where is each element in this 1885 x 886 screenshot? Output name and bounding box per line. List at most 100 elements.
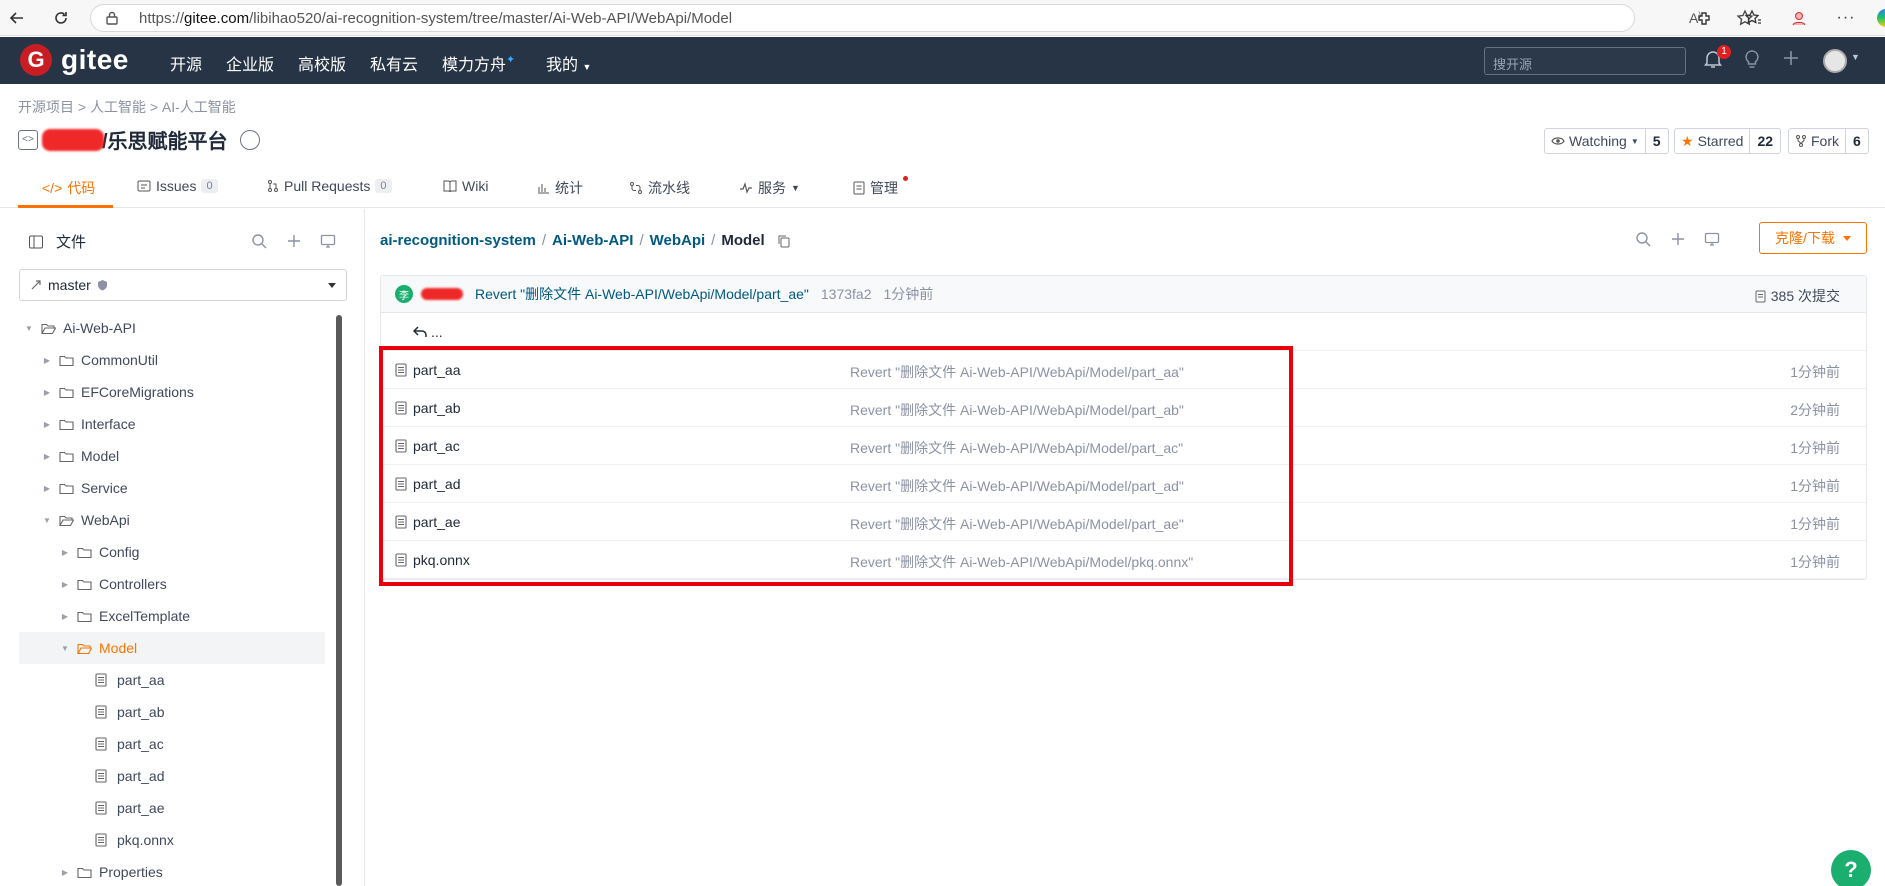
tab-manage[interactable]: 管理 xyxy=(853,178,898,198)
caret-right-icon[interactable]: ▶ xyxy=(41,452,53,461)
folder-icon xyxy=(59,480,75,496)
nav-opensource[interactable]: 开源 xyxy=(170,51,202,75)
search-input[interactable]: 搜开源 xyxy=(1484,47,1686,75)
address-bar[interactable]: https://gitee.com/libihao520/ai-recognit… xyxy=(90,4,1754,32)
gitee-logo[interactable]: G gitee xyxy=(20,44,129,76)
caret-right-icon[interactable]: ▶ xyxy=(59,548,71,557)
page-title[interactable]: /乐思赋能平台 xyxy=(102,125,228,154)
tab-code[interactable]: </> 代码 xyxy=(42,178,95,198)
nav-private-cloud[interactable]: 私有云 xyxy=(370,51,418,75)
caret-right-icon[interactable]: ▶ xyxy=(41,388,53,397)
avatar[interactable]: 李 xyxy=(395,285,413,303)
tab-issues[interactable]: Issues 0 xyxy=(137,178,218,194)
watch-button[interactable]: Watching ▼ 5 xyxy=(1544,128,1669,154)
watch-count[interactable]: 5 xyxy=(1646,129,1668,153)
tree-file-item[interactable]: part_aa xyxy=(19,664,325,696)
caret-down-icon[interactable]: ▼ xyxy=(59,644,71,653)
tree-folder-item[interactable]: ▶ EFCoreMigrations xyxy=(19,376,325,408)
tree-file-item[interactable]: pkq.onnx xyxy=(19,824,325,856)
tree-file-item[interactable]: part_ae xyxy=(19,792,325,824)
tab-wiki[interactable]: Wiki xyxy=(443,178,488,194)
tab-stats[interactable]: 统计 xyxy=(536,178,583,198)
search-icon[interactable] xyxy=(1635,231,1651,247)
favorites-icon[interactable] xyxy=(1742,7,1764,29)
fork-button[interactable]: Fork 6 xyxy=(1788,128,1869,154)
copy-icon[interactable] xyxy=(777,234,791,248)
plus-icon[interactable] xyxy=(1782,49,1800,67)
tab-pipeline[interactable]: 流水线 xyxy=(629,178,690,198)
tab-issues-label: Issues xyxy=(156,178,197,194)
certified-badge-icon xyxy=(239,129,260,150)
help-button[interactable]: ? xyxy=(1831,850,1871,886)
commit-count-link[interactable]: 385 次提交 xyxy=(1755,286,1840,306)
crumb-webapi[interactable]: WebApi xyxy=(650,232,706,249)
tab-stats-label: 统计 xyxy=(555,180,583,196)
redacted-owner xyxy=(42,128,104,151)
file-tree-sidebar: 文件 master ▼ Ai-Web-API ▶ CommonUtil ▶ EFCoreM… xyxy=(0,209,365,886)
add-file-icon[interactable] xyxy=(286,233,302,249)
avatar-chevron-icon[interactable]: ▼ xyxy=(1851,52,1860,62)
folder-icon xyxy=(59,352,75,368)
tree-folder-item[interactable]: ▶ Config xyxy=(19,536,325,568)
bar-chart-icon xyxy=(536,181,550,195)
star-button[interactable]: ★ Starred 22 xyxy=(1674,128,1782,154)
crumb-ai-web-api[interactable]: Ai-Web-API xyxy=(552,232,633,249)
commit-message[interactable]: Revert "删除文件 Ai-Web-API/WebApi/Model/par… xyxy=(475,284,809,304)
more-menu-icon[interactable]: ··· xyxy=(1835,7,1857,29)
caret-right-icon[interactable]: ▶ xyxy=(41,356,53,365)
tree-folder-item[interactable]: ▼ Model xyxy=(19,632,325,664)
tab-pull-requests[interactable]: Pull Requests 0 xyxy=(267,178,392,194)
sidebar-toggle-icon[interactable] xyxy=(28,234,44,250)
monitor-icon[interactable] xyxy=(1704,231,1720,247)
tree-folder-item[interactable]: ▼ Ai-Web-API xyxy=(19,312,325,344)
caret-right-icon[interactable]: ▶ xyxy=(59,612,71,621)
tree-file-item[interactable]: part_ac xyxy=(19,728,325,760)
tree-file-item[interactable]: part_ab xyxy=(19,696,325,728)
search-icon[interactable] xyxy=(251,233,267,249)
star-count[interactable]: 22 xyxy=(1750,129,1780,153)
clone-download-button[interactable]: 克隆/下载 xyxy=(1759,222,1867,254)
commits-doc-icon xyxy=(1755,290,1766,303)
caret-right-icon[interactable]: ▶ xyxy=(59,580,71,589)
tree-folder-item[interactable]: ▶ Model xyxy=(19,440,325,472)
monitor-icon[interactable] xyxy=(320,233,336,249)
nav-enterprise[interactable]: 企业版 xyxy=(226,51,274,75)
profile-icon[interactable] xyxy=(1788,7,1810,29)
shield-icon xyxy=(97,279,108,291)
nav-moli[interactable]: 模力方舟✦ xyxy=(442,51,515,75)
tree-folder-item[interactable]: ▶ Properties xyxy=(19,856,325,886)
sidebar-scrollbar[interactable] xyxy=(336,315,342,886)
caret-right-icon[interactable]: ▶ xyxy=(41,484,53,493)
lightbulb-icon[interactable] xyxy=(1743,49,1761,69)
tree-folder-item[interactable]: ▶ CommonUtil xyxy=(19,344,325,376)
caret-down-icon[interactable]: ▼ xyxy=(23,324,35,333)
tab-services[interactable]: 服务 ▼ xyxy=(739,178,800,198)
code-repo-icon: <> xyxy=(18,129,38,150)
tree-folder-item[interactable]: ▶ Interface xyxy=(19,408,325,440)
avatar[interactable] xyxy=(1823,49,1847,73)
tree-folder-item[interactable]: ▶ ExcelTemplate xyxy=(19,600,325,632)
extensions-icon[interactable] xyxy=(1694,7,1716,29)
fork-count[interactable]: 6 xyxy=(1846,129,1868,153)
tree-folder-item[interactable]: ▼ WebApi xyxy=(19,504,325,536)
issues-count: 0 xyxy=(201,179,218,193)
category-breadcrumb[interactable]: 开源项目 > 人工智能 > AI-人工智能 xyxy=(18,97,236,117)
add-file-icon[interactable] xyxy=(1670,231,1686,247)
back-icon[interactable] xyxy=(6,7,28,29)
nav-mine[interactable]: 我的 ▼ xyxy=(546,51,591,75)
caret-right-icon[interactable]: ▶ xyxy=(59,868,71,877)
tree-item-label: Ai-Web-API xyxy=(63,320,136,336)
tree-folder-item[interactable]: ▶ Controllers xyxy=(19,568,325,600)
reload-icon[interactable] xyxy=(50,7,72,29)
copilot-icon[interactable] xyxy=(1877,9,1885,27)
caret-down-icon[interactable]: ▼ xyxy=(41,516,53,525)
crumb-repo[interactable]: ai-recognition-system xyxy=(380,232,536,249)
commit-hash[interactable]: 1373fa2 xyxy=(821,286,872,302)
caret-right-icon[interactable]: ▶ xyxy=(41,420,53,429)
fork-label: Fork xyxy=(1811,133,1839,149)
nav-education[interactable]: 高校版 xyxy=(298,51,346,75)
tree-file-item[interactable]: part_ad xyxy=(19,760,325,792)
tree-folder-item[interactable]: ▶ Service xyxy=(19,472,325,504)
file-icon xyxy=(95,800,111,816)
branch-select[interactable]: master xyxy=(19,269,347,301)
